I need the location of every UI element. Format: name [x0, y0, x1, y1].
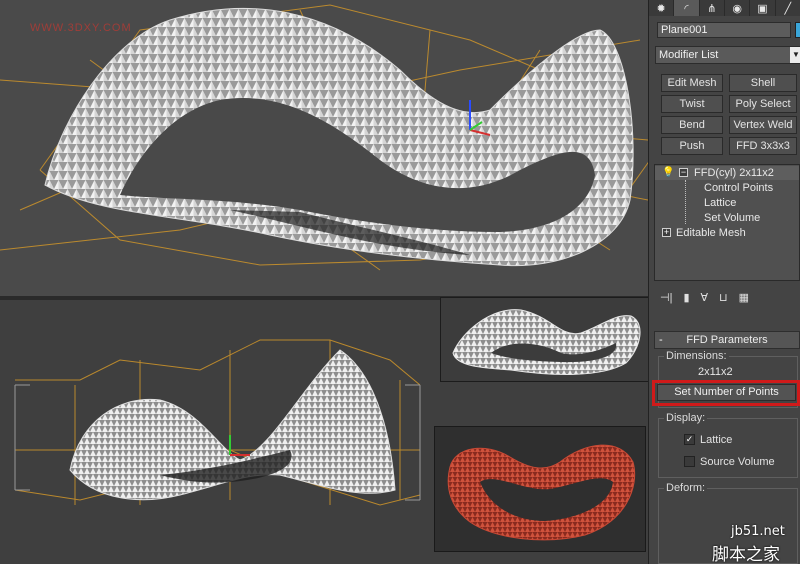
ffd-3x3x3-button[interactable]: FFD 3x3x3 — [729, 137, 797, 155]
stack-sub-control-points[interactable]: Control Points — [704, 181, 773, 195]
rollout-title: FFD Parameters — [686, 334, 768, 346]
configure-modifier-sets-icon[interactable]: ▦ — [739, 291, 749, 304]
object-color-swatch[interactable] — [795, 22, 800, 38]
modifier-list-label: Modifier List — [659, 49, 719, 61]
white-model-render — [452, 309, 641, 375]
perspective-viewport[interactable]: WWW.3DXY.COM — [0, 0, 648, 296]
remove-modifier-icon[interactable]: ⊔ — [719, 291, 728, 304]
deform-label: Deform: — [664, 482, 708, 494]
stack-sub-lattice[interactable]: Lattice — [704, 196, 736, 210]
command-panel-tabs: ✹ ◜ ⋔ ◉ ▣ ╱ — [649, 0, 800, 16]
red-model-render — [447, 444, 636, 541]
object-name-field[interactable]: Plane001 — [657, 22, 791, 38]
stack-item-label: FFD(cyl) 2x11x2 — [694, 167, 774, 179]
watermark-text: WWW.3DXY.COM — [30, 22, 132, 34]
make-unique-icon[interactable]: ∀ — [701, 291, 709, 304]
display-group — [658, 418, 798, 478]
modify-tab-icon[interactable]: ◜ — [674, 0, 700, 16]
display-label: Display: — [664, 412, 708, 424]
modifier-list-dropdown[interactable]: Modifier List ▼ — [655, 46, 800, 64]
bend-button[interactable]: Bend — [661, 116, 723, 134]
chevron-down-icon[interactable]: ▼ — [790, 47, 800, 63]
stack-item-ffd-cyl[interactable]: 💡 − FFD(cyl) 2x11x2 — [655, 166, 799, 180]
source-volume-checkbox[interactable] — [684, 456, 695, 467]
push-button[interactable]: Push — [661, 137, 723, 155]
utilities-tab-icon[interactable]: ╱ — [776, 0, 800, 16]
show-end-result-icon[interactable]: ▮ — [683, 291, 689, 304]
source-volume-checkbox-label: Source Volume — [700, 456, 775, 468]
dimensions-value: 2x11x2 — [698, 366, 733, 378]
motion-tab-icon[interactable]: ◉ — [725, 0, 751, 16]
edit-mesh-button[interactable]: Edit Mesh — [661, 74, 723, 92]
hierarchy-tab-icon[interactable]: ⋔ — [700, 0, 725, 16]
vertex-weld-button[interactable]: Vertex Weld — [729, 116, 797, 134]
white-model-thumbnail — [440, 297, 650, 382]
site-watermark-cn: 脚本之家 — [712, 545, 780, 564]
stack-toolbar: ⊣| ▮ ∀ ⊔ ▦ — [654, 288, 800, 306]
tree-connector — [685, 180, 686, 224]
highlight-frame — [652, 380, 800, 406]
modifier-stack: 💡 − FFD(cyl) 2x11x2 Control Points Latti… — [654, 164, 800, 281]
display-tab-icon[interactable]: ▣ — [750, 0, 776, 16]
ffd-parameters-rollout[interactable]: - FFD Parameters — [654, 331, 800, 349]
expand-plus-icon[interactable]: + — [662, 228, 671, 237]
stack-item-label: Editable Mesh — [676, 227, 746, 239]
red-model-thumbnail — [434, 426, 646, 552]
pin-stack-icon[interactable]: ⊣| — [660, 291, 672, 304]
stack-sub-set-volume[interactable]: Set Volume — [704, 211, 760, 225]
lattice-checkbox[interactable]: ✓ — [684, 434, 695, 445]
lightbulb-icon[interactable]: 💡 — [662, 168, 674, 178]
dimensions-label: Dimensions: — [664, 350, 729, 362]
collapse-minus-icon[interactable]: − — [679, 168, 688, 177]
lattice-checkbox-label: Lattice — [700, 434, 733, 446]
perspective-scene — [0, 4, 648, 271]
shell-button[interactable]: Shell — [729, 74, 797, 92]
create-tab-sun-icon[interactable]: ✹ — [649, 0, 675, 16]
collapse-minus-icon[interactable]: - — [659, 332, 663, 348]
twist-button[interactable]: Twist — [661, 95, 723, 113]
site-watermark: jb51.net — [731, 524, 785, 539]
poly-select-button[interactable]: Poly Select — [729, 95, 797, 113]
